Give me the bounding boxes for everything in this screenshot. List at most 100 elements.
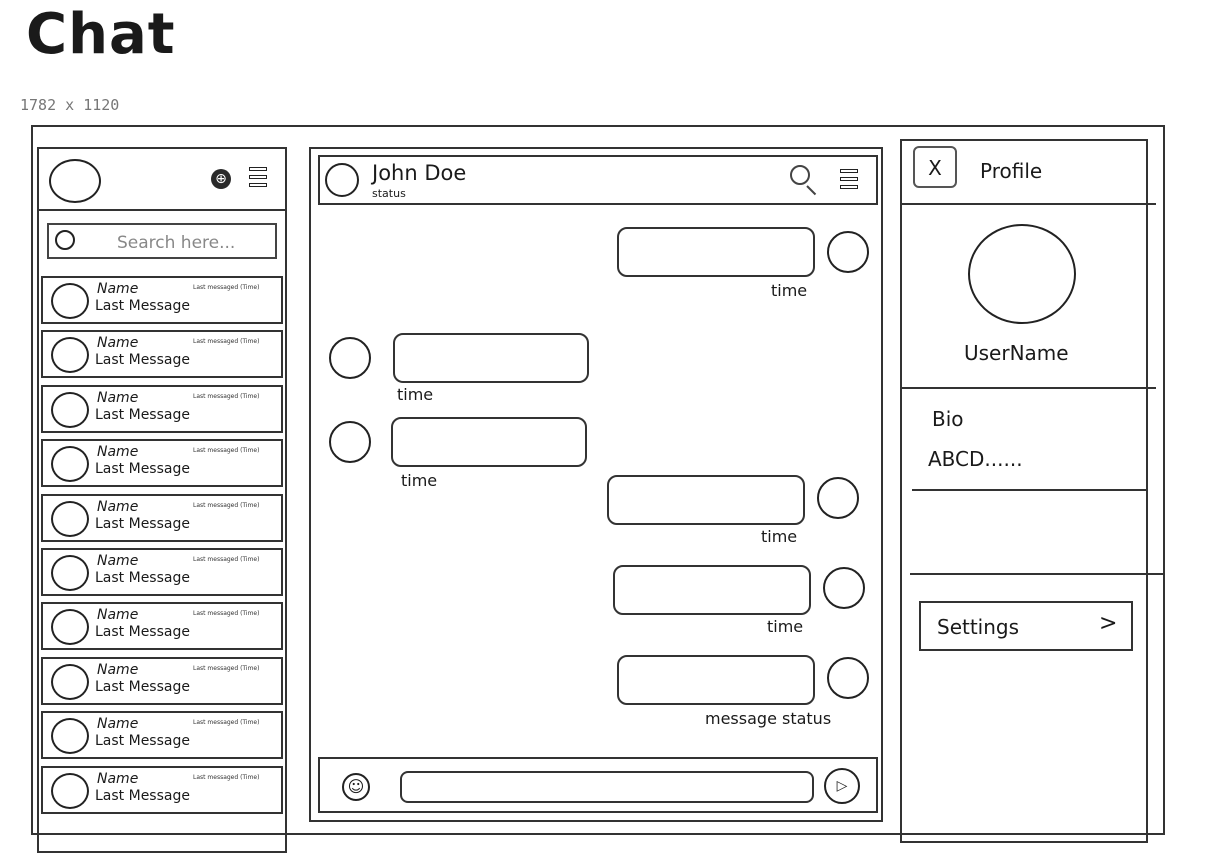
dimensions-label: 1782 x 1120: [20, 96, 120, 114]
divider: [902, 387, 1156, 389]
contact-avatar: [51, 772, 89, 809]
chat-header: John Doe status: [318, 155, 878, 205]
message-bubble[interactable]: [607, 475, 805, 525]
message-time: time: [767, 617, 804, 636]
globe-icon[interactable]: ⊕: [211, 169, 231, 189]
contact-name: Name: [97, 553, 139, 569]
message-time: time: [397, 385, 434, 404]
message-avatar: [827, 231, 869, 273]
contact-last-message: Last Message: [95, 406, 190, 423]
contacts-sidebar: ⊕ Search here... Name Last Message Last me…: [37, 147, 287, 853]
menu-icon[interactable]: [249, 167, 267, 191]
contact-last-message: Last Message: [95, 787, 190, 804]
contact-name: Name: [97, 335, 139, 352]
contact-status: status: [372, 187, 406, 200]
chat-panel: John Doe status time time time time time…: [309, 147, 883, 822]
send-icon[interactable]: ▷: [824, 768, 860, 804]
profile-title: Profile: [980, 159, 1043, 183]
message-bubble[interactable]: [617, 655, 815, 705]
message-bubble[interactable]: [393, 333, 589, 383]
contact-avatar: [51, 500, 89, 537]
contact-list-item[interactable]: Name Last Message Last messaged (Time): [41, 765, 283, 814]
contact-name: Name: [97, 281, 139, 297]
contact-name: John Doe: [372, 161, 467, 185]
contact-name: Name: [97, 661, 139, 678]
message-avatar: [817, 477, 859, 519]
contact-last-message: Last Message: [95, 515, 190, 532]
contact-last-message: Last Message: [95, 461, 190, 478]
contact-last-time: Last messaged (Time): [193, 447, 260, 455]
contact-list-item[interactable]: Name Last Message Last messaged (Time): [41, 330, 283, 379]
contact-list-item[interactable]: Name Last Message Last messaged (Time): [41, 384, 283, 433]
message-time: time: [761, 527, 798, 546]
contact-avatar: [51, 446, 89, 483]
contact-avatar: [51, 283, 89, 319]
contact-last-message: Last Message: [95, 678, 190, 695]
contact-last-time: Last messaged (Time): [193, 392, 260, 400]
bio-label: Bio: [932, 407, 964, 431]
message-avatar: [329, 421, 371, 463]
contact-name: Name: [97, 444, 139, 461]
search-icon[interactable]: [790, 165, 810, 185]
bio-text: ABCD......: [928, 447, 1023, 471]
page-title: Chat: [26, 2, 176, 67]
contact-last-time: Last messaged (Time): [193, 284, 260, 291]
contact-name: Name: [97, 716, 139, 733]
contact-list-item[interactable]: Name Last Message Last messaged (Time): [41, 711, 283, 760]
search-icon-handle: [806, 185, 817, 196]
contact-last-time: Last messaged (Time): [193, 338, 260, 346]
contact-last-time: Last messaged (Time): [193, 501, 260, 509]
contact-avatar[interactable]: [325, 163, 359, 197]
profile-username: UserName: [964, 341, 1069, 365]
contact-avatar: [51, 337, 89, 374]
contact-avatar: [51, 663, 89, 700]
message-time: time: [771, 281, 808, 300]
chevron-right-icon: >: [1099, 611, 1118, 636]
contact-last-message: Last Message: [95, 298, 190, 314]
contact-last-time: Last messaged (Time): [193, 610, 260, 618]
settings-label: Settings: [937, 615, 1020, 639]
profile-panel: X Profile UserName Bio ABCD...... Settin…: [900, 139, 1164, 843]
contact-last-time: Last messaged (Time): [193, 719, 260, 727]
contact-list-item[interactable]: Name Last Message Last messaged (Time): [41, 439, 283, 488]
contact-avatar: [51, 555, 89, 591]
user-avatar[interactable]: [49, 159, 101, 203]
contact-list-item[interactable]: Name Last Message Last messaged (Time): [41, 656, 283, 705]
divider: [910, 573, 1164, 575]
close-button[interactable]: X: [913, 146, 957, 188]
search-placeholder: Search here...: [117, 233, 236, 253]
settings-button[interactable]: Settings >: [919, 601, 1133, 651]
sidebar-header: ⊕: [39, 149, 285, 211]
contact-list-item[interactable]: Name Last Message Last messaged (Time): [41, 548, 283, 596]
message-avatar: [827, 657, 869, 699]
divider: [902, 203, 1156, 205]
profile-avatar: [968, 224, 1076, 324]
contact-name: Name: [97, 389, 139, 406]
message-composer: ☺ ▷: [318, 757, 878, 813]
contact-list-item[interactable]: Name Last Message Last messaged (Time): [41, 602, 283, 651]
contact-last-message: Last Message: [95, 624, 190, 641]
contact-last-message: Last Message: [95, 352, 190, 369]
contact-name: Name: [97, 498, 139, 515]
search-input[interactable]: Search here...: [47, 223, 277, 259]
menu-icon[interactable]: [840, 169, 858, 193]
contact-list-item[interactable]: Name Last Message Last messaged (Time): [41, 276, 283, 324]
contact-name: Name: [97, 607, 139, 624]
message-bubble[interactable]: [391, 417, 587, 467]
message-bubble[interactable]: [617, 227, 815, 277]
contact-name: Name: [97, 770, 139, 787]
contact-list-item[interactable]: Name Last Message Last messaged (Time): [41, 493, 283, 542]
message-input[interactable]: [400, 771, 814, 803]
contact-last-message: Last Message: [95, 570, 190, 586]
contact-avatar: [51, 718, 89, 755]
message-avatar: [823, 567, 865, 609]
message-time: time: [401, 471, 438, 490]
contact-last-time: Last messaged (Time): [193, 556, 260, 563]
contact-last-time: Last messaged (Time): [193, 664, 260, 672]
contact-last-time: Last messaged (Time): [193, 773, 260, 781]
message-bubble[interactable]: [613, 565, 811, 615]
contact-last-message: Last Message: [95, 733, 190, 750]
emoji-icon[interactable]: ☺: [342, 773, 370, 801]
message-avatar: [329, 337, 371, 379]
contact-avatar: [51, 391, 89, 428]
